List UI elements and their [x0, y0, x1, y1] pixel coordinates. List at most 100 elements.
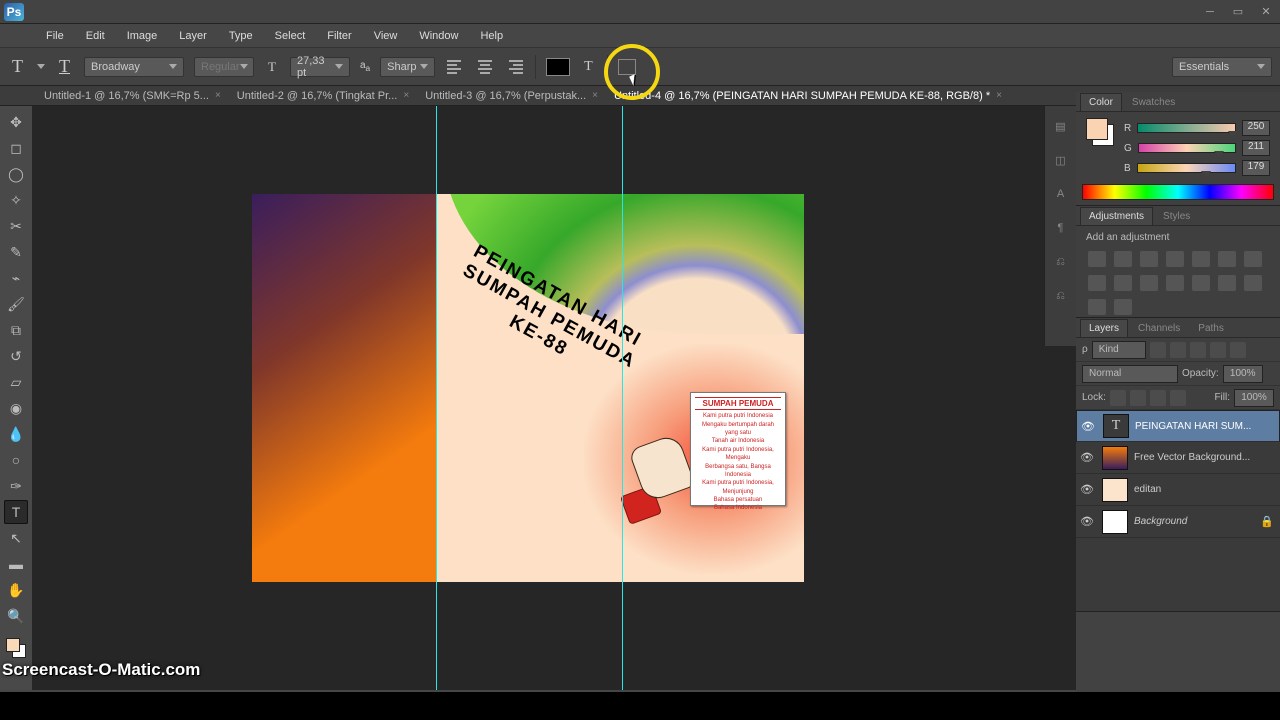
minimize-button[interactable]: ─: [1196, 3, 1224, 21]
menu-layer[interactable]: Layer: [169, 26, 217, 46]
guide-line[interactable]: [622, 106, 623, 690]
poster-icon[interactable]: [1218, 275, 1236, 291]
stamp-tool[interactable]: ⧉: [4, 318, 28, 342]
close-tab-icon[interactable]: ×: [592, 90, 598, 101]
char-styles-icon[interactable]: ⎌: [1051, 252, 1071, 272]
text-color-swatch[interactable]: [546, 58, 570, 76]
paths-tab[interactable]: Paths: [1190, 320, 1232, 337]
invert-icon[interactable]: [1192, 275, 1210, 291]
paragraph-panel-icon[interactable]: ¶: [1051, 218, 1071, 238]
zoom-tool[interactable]: 🔍: [4, 604, 28, 628]
bw-icon[interactable]: [1088, 275, 1106, 291]
pen-tool[interactable]: ✑: [4, 474, 28, 498]
gradmap-icon[interactable]: [1088, 299, 1106, 315]
styles-tab[interactable]: Styles: [1155, 208, 1198, 225]
filter-smart-icon[interactable]: [1230, 342, 1246, 358]
curves-icon[interactable]: [1140, 251, 1158, 267]
workspace-dropdown[interactable]: Essentials: [1172, 57, 1272, 77]
fg-bg-swatch[interactable]: [1086, 118, 1114, 146]
close-tab-icon[interactable]: ×: [403, 90, 409, 101]
blur-tool[interactable]: 💧: [4, 422, 28, 446]
filter-adjust-icon[interactable]: [1170, 342, 1186, 358]
quick-select-tool[interactable]: ✧: [4, 188, 28, 212]
properties-panel-icon[interactable]: ◫: [1051, 150, 1071, 170]
move-tool[interactable]: ✥: [4, 110, 28, 134]
photo-filter-icon[interactable]: [1114, 275, 1132, 291]
brush-tool[interactable]: 🖌: [4, 292, 28, 316]
dodge-tool[interactable]: ○: [4, 448, 28, 472]
lut-icon[interactable]: [1166, 275, 1184, 291]
layer-filter-kind[interactable]: Kind: [1092, 341, 1146, 359]
doc-tab-3[interactable]: Untitled-3 @ 16,7% (Perpustak...×: [417, 87, 606, 105]
antialias-dropdown[interactable]: Sharp: [380, 57, 435, 77]
lock-position-icon[interactable]: [1150, 390, 1166, 406]
history-panel-icon[interactable]: ▤: [1051, 116, 1071, 136]
character-panel-button[interactable]: [618, 59, 636, 75]
doc-tab-2[interactable]: Untitled-2 @ 16,7% (Tingkat Pr...×: [229, 87, 417, 105]
guide-line[interactable]: [436, 106, 437, 690]
doc-tab-4[interactable]: Untitled-4 @ 16,7% (PEINGATAN HARI SUMPA…: [606, 87, 1010, 105]
visibility-icon[interactable]: 👁: [1078, 515, 1096, 528]
para-styles-icon[interactable]: ⎌: [1051, 286, 1071, 306]
font-family-dropdown[interactable]: Broadway: [84, 57, 184, 77]
close-tab-icon[interactable]: ×: [996, 90, 1002, 101]
levels-icon[interactable]: [1114, 251, 1132, 267]
selcolor-icon[interactable]: [1114, 299, 1132, 315]
layers-tab[interactable]: Layers: [1080, 319, 1128, 337]
menu-filter[interactable]: Filter: [317, 26, 361, 46]
align-center-button[interactable]: [475, 57, 495, 77]
adjustments-tab[interactable]: Adjustments: [1080, 207, 1153, 225]
hsl-icon[interactable]: [1218, 251, 1236, 267]
close-button[interactable]: ✕: [1252, 3, 1280, 21]
align-right-button[interactable]: [505, 57, 525, 77]
color-spectrum[interactable]: [1082, 184, 1274, 200]
font-style-dropdown[interactable]: Regular: [194, 57, 254, 77]
document-canvas[interactable]: PEINGATAN HARI SUMPAH PEMUDA KE-88 SUMPA…: [252, 194, 804, 582]
tool-preset-dropdown[interactable]: [37, 64, 45, 69]
chmixer-icon[interactable]: [1140, 275, 1158, 291]
type-tool[interactable]: T: [4, 500, 28, 524]
menu-select[interactable]: Select: [265, 26, 316, 46]
visibility-icon[interactable]: 👁: [1079, 420, 1097, 433]
maximize-button[interactable]: ▭: [1224, 3, 1252, 21]
character-panel-icon[interactable]: A: [1051, 184, 1071, 204]
shape-tool[interactable]: ▬: [4, 552, 28, 576]
filter-type-icon[interactable]: [1190, 342, 1206, 358]
align-left-button[interactable]: [445, 57, 465, 77]
blend-mode-dropdown[interactable]: Normal: [1082, 365, 1178, 383]
eraser-tool[interactable]: ▱: [4, 370, 28, 394]
gradient-tool[interactable]: ◉: [4, 396, 28, 420]
layer-thumbnail[interactable]: [1102, 446, 1128, 470]
layer-row[interactable]: 👁editan: [1076, 474, 1280, 506]
text-orientation-icon[interactable]: T: [55, 54, 74, 79]
visibility-icon[interactable]: 👁: [1078, 483, 1096, 496]
opacity-input[interactable]: 100%: [1223, 365, 1263, 383]
color-tab[interactable]: Color: [1080, 93, 1122, 111]
vibrance-icon[interactable]: [1192, 251, 1210, 267]
history-brush-tool[interactable]: ↺: [4, 344, 28, 368]
marquee-tool[interactable]: ◻: [4, 136, 28, 160]
filter-pixel-icon[interactable]: [1150, 342, 1166, 358]
red-slider[interactable]: [1137, 123, 1236, 133]
brightness-icon[interactable]: [1088, 251, 1106, 267]
layer-thumbnail[interactable]: [1102, 478, 1128, 502]
green-slider[interactable]: [1138, 143, 1236, 153]
menu-edit[interactable]: Edit: [76, 26, 115, 46]
layer-row[interactable]: 👁Background🔒: [1076, 506, 1280, 538]
hand-tool[interactable]: ✋: [4, 578, 28, 602]
filter-shape-icon[interactable]: [1210, 342, 1226, 358]
close-tab-icon[interactable]: ×: [215, 90, 221, 101]
warp-text-button[interactable]: T: [580, 57, 597, 77]
menu-help[interactable]: Help: [470, 26, 513, 46]
type-tool-icon[interactable]: T: [8, 54, 27, 79]
canvas-area[interactable]: PEINGATAN HARI SUMPAH PEMUDA KE-88 SUMPA…: [32, 106, 1076, 690]
layer-row[interactable]: 👁Free Vector Background...: [1076, 442, 1280, 474]
lasso-tool[interactable]: ◯: [4, 162, 28, 186]
font-size-dropdown[interactable]: 27,33 pt: [290, 57, 350, 77]
color-swatches[interactable]: [6, 638, 26, 658]
layer-row[interactable]: 👁TPEINGATAN HARI SUM...: [1076, 410, 1280, 442]
blue-slider[interactable]: [1137, 163, 1236, 173]
colbal-icon[interactable]: [1244, 251, 1262, 267]
menu-file[interactable]: File: [36, 26, 74, 46]
visibility-icon[interactable]: 👁: [1078, 451, 1096, 464]
